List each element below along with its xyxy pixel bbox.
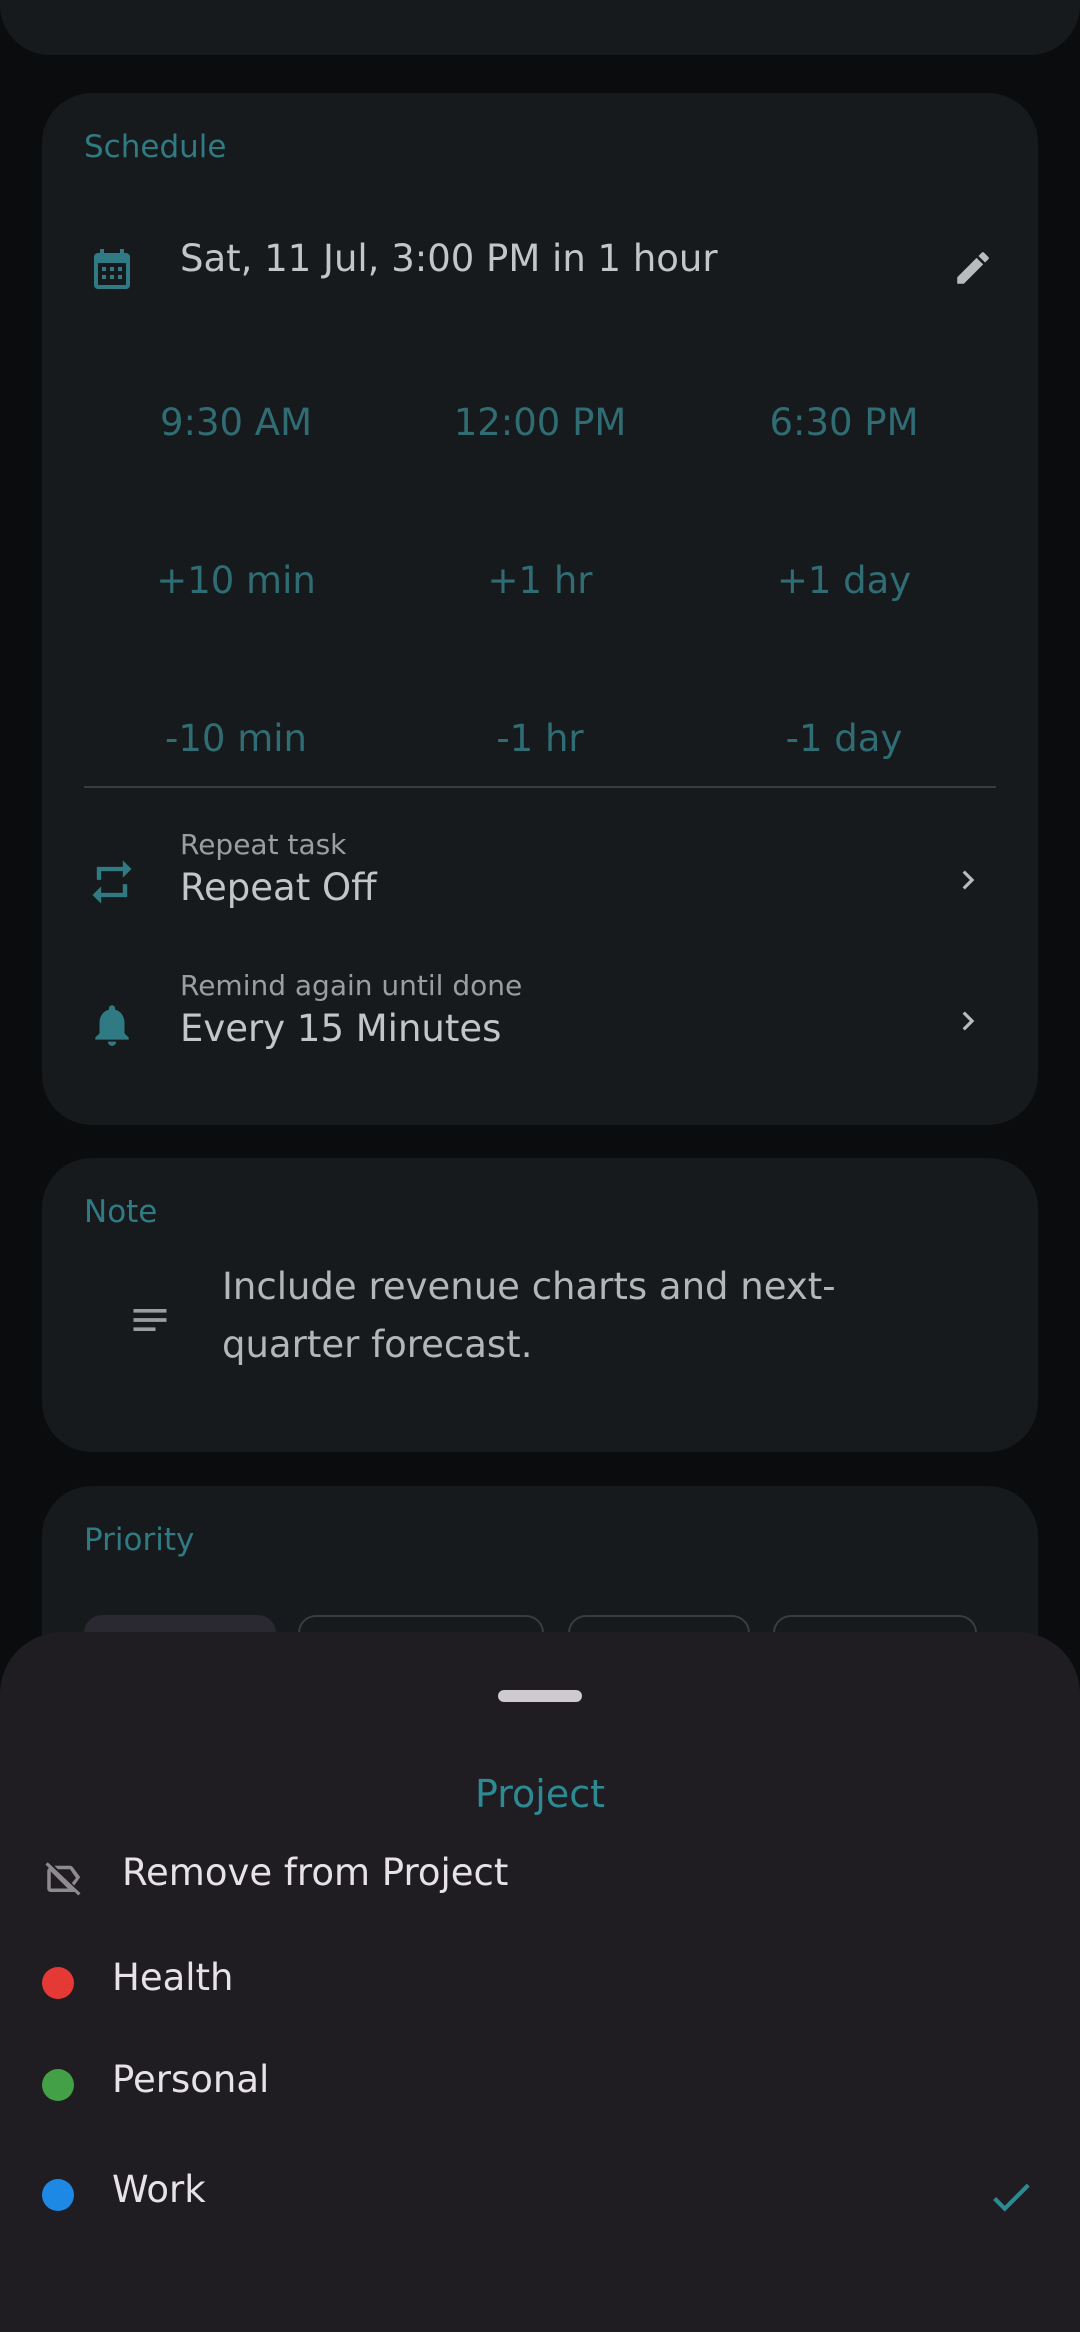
quick-time-button[interactable]: 12:00 PM: [388, 373, 692, 473]
previous-card: [0, 0, 1080, 55]
repeat-icon: [84, 854, 140, 910]
repeat-label: Repeat task: [180, 828, 347, 861]
sheet-title: Project: [474, 1772, 605, 1816]
chevron-right-icon: [948, 999, 988, 1043]
project-color-dot: [42, 2179, 74, 2211]
edit-pencil-icon[interactable]: [948, 243, 998, 293]
remove-from-project-label: Remove from Project: [122, 1851, 509, 1894]
drag-handle[interactable]: [498, 1690, 582, 1702]
schedule-title: Schedule: [84, 129, 227, 165]
plus-adjust-button[interactable]: +1 day: [692, 531, 996, 631]
project-name: Personal: [112, 2058, 270, 2101]
project-row-personal[interactable]: Personal: [0, 2040, 1080, 2130]
check-icon: [984, 2170, 1038, 2224]
divider: [84, 786, 996, 788]
project-row-work[interactable]: Work: [0, 2150, 1080, 2240]
repeat-task-row[interactable]: Repeat task Repeat Off: [42, 820, 1038, 940]
note-card[interactable]: Note Include revenue charts and next-qua…: [42, 1158, 1038, 1452]
calendar-icon: [86, 243, 138, 295]
note-text: Include revenue charts and next-quarter …: [222, 1265, 836, 1366]
plus-adjust-button[interactable]: +10 min: [84, 531, 388, 631]
remind-label: Remind again until done: [180, 969, 523, 1002]
bell-icon: [84, 997, 140, 1053]
minus-adjust-button[interactable]: -1 hr: [388, 689, 692, 789]
repeat-value: Repeat Off: [180, 866, 377, 909]
schedule-card: Schedule Sat, 11 Jul, 3:00 PM in 1 hour …: [42, 93, 1038, 1125]
note-title: Note: [84, 1194, 158, 1230]
project-bottom-sheet: Project Remove from Project Health Perso…: [0, 1632, 1080, 2332]
minus-adjust-button[interactable]: -10 min: [84, 689, 388, 789]
minus-adjust-button[interactable]: -1 day: [692, 689, 996, 789]
remove-from-project-row[interactable]: Remove from Project: [0, 1833, 1080, 1923]
project-row-health[interactable]: Health: [0, 1938, 1080, 2028]
chevron-right-icon: [948, 858, 988, 902]
remind-value: Every 15 Minutes: [180, 1007, 502, 1050]
schedule-date-text: Sat, 11 Jul, 3:00 PM in 1 hour: [180, 237, 718, 280]
project-color-dot: [42, 1967, 74, 1999]
notes-lines-icon: [122, 1296, 178, 1344]
quick-time-button[interactable]: 6:30 PM: [692, 373, 996, 473]
date-row[interactable]: Sat, 11 Jul, 3:00 PM in 1 hour: [42, 213, 1038, 323]
project-name: Work: [112, 2168, 206, 2211]
project-name: Health: [112, 1956, 234, 1999]
quick-time-button[interactable]: 9:30 AM: [84, 373, 388, 473]
project-color-dot: [42, 2069, 74, 2101]
plus-adjust-button[interactable]: +1 hr: [388, 531, 692, 631]
remind-row[interactable]: Remind again until done Every 15 Minutes: [42, 961, 1038, 1081]
label-off-icon: [40, 1855, 86, 1901]
priority-title: Priority: [84, 1522, 195, 1558]
